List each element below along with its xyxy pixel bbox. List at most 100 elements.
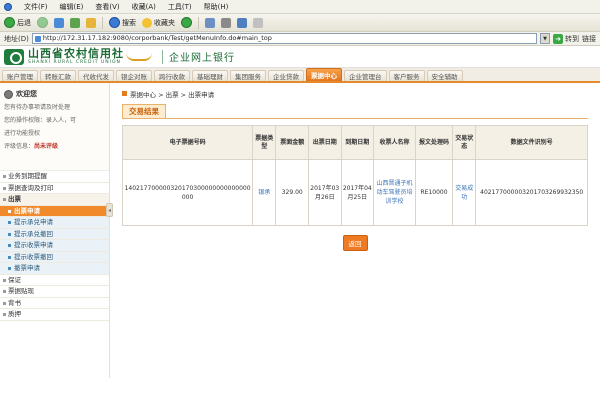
sidebar-item-10[interactable]: 票据贴现 [0, 286, 109, 298]
table-header: 收票人名称 [373, 125, 416, 160]
user-line-auth: 进行功能授权 [4, 130, 41, 137]
menu-tools[interactable]: 工具(T) [168, 2, 192, 12]
back-button[interactable]: 返回 [342, 235, 368, 251]
nav-tab-3[interactable]: 银企对账 [116, 70, 152, 81]
sidebar-menu: 业务到期提醒 票据查询及打印 出票 出票申请 提示承兑申请 提示承兑撤回 提示收票申请 提示收… [0, 171, 109, 321]
breadcrumb-text: 票据中心 > 出票 > 出票申请 [130, 90, 215, 99]
user-line-todo[interactable]: 您有待办事项请及时处理 [4, 101, 105, 114]
toolbar-separator [102, 16, 103, 29]
back-button[interactable]: 后退 [4, 17, 31, 28]
header-divider [162, 49, 163, 64]
sidebar-item-5[interactable]: 提示承兑撤回 [0, 228, 109, 240]
links-label[interactable]: 链接 [582, 34, 596, 44]
bank-names: 山西省农村信用社 SHANXI RURAL CREDIT UNION [28, 48, 124, 66]
refresh-icon[interactable] [70, 17, 80, 28]
table-header: 电子票据号码 [121, 125, 254, 160]
nav-tab-5[interactable]: 基础理财 [192, 70, 228, 81]
nav-tab-10[interactable]: 客户服务 [388, 70, 425, 81]
sidebar-item-2[interactable]: 出票 [0, 194, 109, 206]
cell-file-id: 402177000003201703269932350 [475, 159, 588, 226]
forward-arrow-icon [37, 17, 48, 28]
browser-menubar: 文件(F) 编辑(E) 查看(V) 收藏(A) 工具(T) 帮助(H) [0, 0, 600, 14]
search-button[interactable]: 搜索 [109, 17, 136, 28]
main-area: 欢迎您 您有待办事项请及时处理 您的操作权限：录入人，可 进行功能授权 评级信息… [0, 83, 600, 378]
nav-tab-9[interactable]: 企业管理台 [344, 70, 387, 81]
sidebar-item-7[interactable]: 提示收票撤回 [0, 251, 109, 263]
cell-status: 交易成功 [452, 159, 477, 226]
nav-tab-1[interactable]: 转账汇款 [40, 70, 76, 81]
table-header: 交易状态 [452, 125, 477, 160]
user-info-box: 欢迎您 您有待办事项请及时处理 您的操作权限：录入人，可 进行功能授权 评级信息… [0, 83, 109, 171]
star-icon [142, 17, 152, 28]
address-bar: 地址(D) http://172.31.17.182:9080/corporba… [0, 32, 600, 46]
bank-subtitle: 企业网上银行 [169, 53, 235, 64]
bank-header: 山西省农村信用社 SHANXI RURAL CREDIT UNION 企业网上银… [0, 46, 600, 68]
cell-issue-date: 2017年03月26日 [307, 159, 342, 226]
url-input[interactable]: http://172.31.17.182:9080/corporbank/Tes… [31, 33, 537, 44]
swoosh-decoration [126, 53, 152, 61]
cell-payee-name: 山西晋通子机动车驾驶员培训学校 [373, 159, 416, 226]
nav-tab-0[interactable]: 账户管理 [2, 70, 38, 81]
table-header: 报文处理码 [414, 125, 454, 160]
sidebar: 欢迎您 您有待办事项请及时处理 您的操作权限：录入人，可 进行功能授权 评级信息… [0, 83, 113, 378]
menu-help[interactable]: 帮助(H) [204, 2, 229, 12]
back-arrow-icon [4, 17, 15, 28]
user-avatar-icon [4, 89, 13, 99]
menu-view[interactable]: 查看(V) [95, 2, 119, 12]
media-icon[interactable] [181, 17, 192, 28]
sidebar-item-4[interactable]: 提示承兑申请 [0, 217, 109, 229]
menu-file[interactable]: 文件(F) [24, 2, 48, 12]
user-line-permission: 您的操作权限：录入人，可 [4, 117, 77, 124]
sidebar-item-11[interactable]: 背书 [0, 298, 109, 309]
browser-logo-icon [4, 2, 12, 11]
sidebar-item-12[interactable]: 质押 [0, 309, 109, 321]
section-underline [122, 118, 588, 119]
favorites-button[interactable]: 收藏夹 [142, 17, 175, 28]
breadcrumb: 票据中心 > 出票 > 出票申请 [122, 88, 588, 99]
nav-tab-4[interactable]: 跨行收款 [154, 70, 190, 81]
cell-bill-number: 140217700000320170300000000000000000 [121, 159, 254, 226]
forward-button[interactable] [37, 17, 48, 28]
stop-icon[interactable] [54, 17, 64, 28]
breadcrumb-icon [122, 91, 127, 96]
cell-message-code: RE10000 [414, 159, 454, 226]
sidebar-item-9[interactable]: 保证 [0, 275, 109, 286]
sidebar-item-8[interactable]: 撤票申请 [0, 263, 109, 275]
discuss-icon[interactable] [253, 17, 263, 28]
user-level: 评级信息：尚未评级 [4, 140, 105, 153]
sidebar-item-6[interactable]: 提示收票申请 [0, 240, 109, 252]
user-row: 欢迎您 [4, 87, 105, 101]
table-header: 票面金额 [275, 125, 309, 160]
table-row: 140217700000320170300000000000000000 银承 … [121, 159, 588, 226]
user-level-label: 评级信息： [4, 143, 35, 150]
nav-tab-2[interactable]: 代收代发 [78, 70, 114, 81]
bank-logo-icon [4, 48, 24, 65]
menu-favorites[interactable]: 收藏(A) [132, 2, 156, 12]
menu-edit[interactable]: 编辑(E) [60, 2, 84, 12]
section-title: 交易结果 [122, 104, 166, 119]
table-header-row: 电子票据号码 票据类型 票面金额 出票日期 到期日期 收票人名称 报文处理码 交… [121, 125, 588, 160]
table-header: 数据文件识别号 [475, 125, 588, 160]
edit-icon[interactable] [237, 17, 247, 28]
nav-tab-6[interactable]: 集团服务 [230, 70, 266, 81]
go-arrow-icon: ➜ [553, 33, 563, 44]
nav-tab-7[interactable]: 企业贷款 [268, 70, 304, 81]
search-icon [109, 17, 120, 28]
home-icon[interactable] [86, 17, 96, 28]
sidebar-item-0[interactable]: 业务到期提醒 [0, 171, 109, 183]
content-area: 票据中心 > 出票 > 出票申请 交易结果 电子票据号码 票据类型 票面金额 出… [110, 83, 600, 378]
table-header: 票据类型 [252, 125, 277, 160]
sidebar-item-3[interactable]: 出票申请 [0, 205, 109, 217]
cell-bill-type: 银承 [252, 159, 277, 226]
nav-tab-11[interactable]: 安全辅助 [426, 70, 463, 81]
mail-icon[interactable] [205, 17, 215, 28]
button-row: 返回 [122, 235, 588, 251]
print-icon[interactable] [221, 17, 231, 28]
url-dropdown-icon[interactable]: ▼ [540, 33, 550, 44]
user-greeting: 欢迎您 [16, 90, 37, 98]
nav-tab-8[interactable]: 票据中心 [306, 68, 342, 81]
sidebar-item-1[interactable]: 票据查询及打印 [0, 183, 109, 194]
table-header: 到期日期 [340, 125, 375, 160]
user-level-value: 尚未评级 [34, 143, 59, 150]
go-button[interactable]: ➜ 转到 [553, 33, 579, 44]
